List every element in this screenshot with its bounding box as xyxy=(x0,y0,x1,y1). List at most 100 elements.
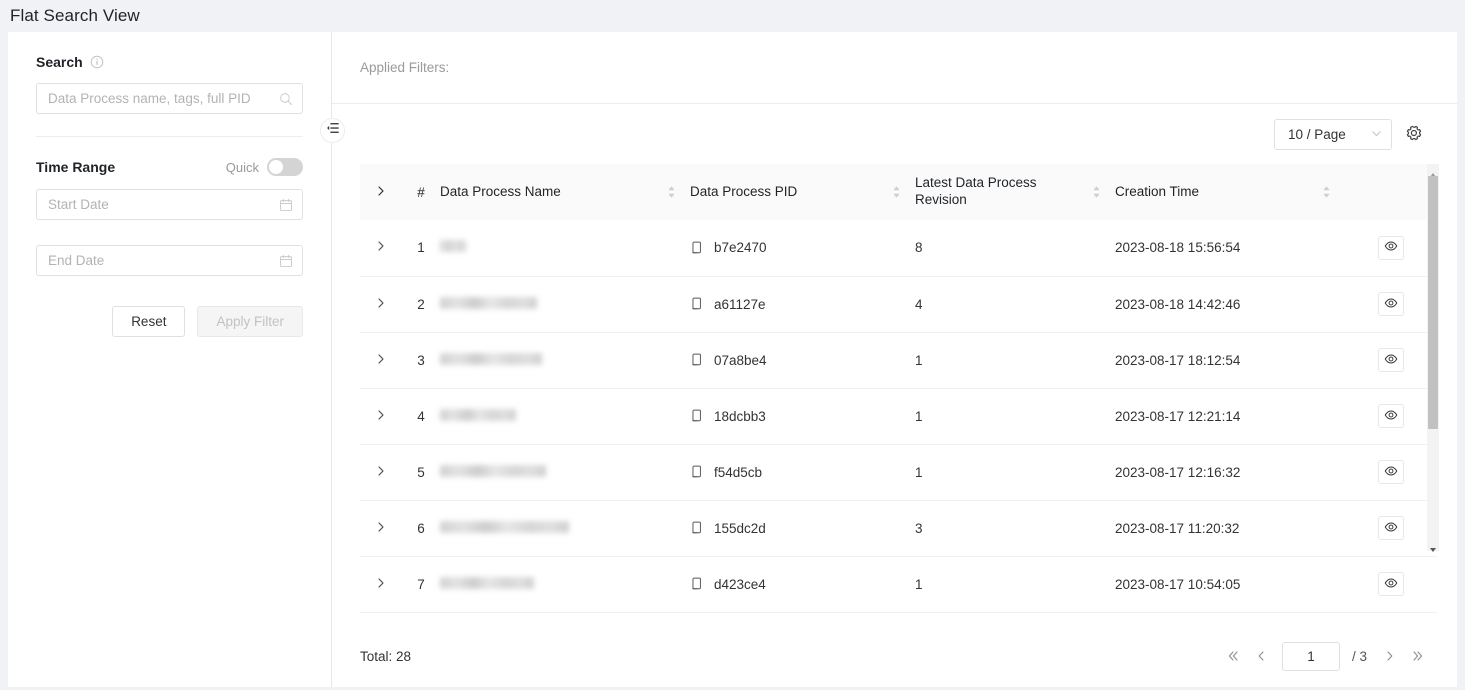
sort-updown-icon[interactable] xyxy=(667,184,676,200)
next-page-button[interactable] xyxy=(1379,644,1401,668)
copy-icon[interactable] xyxy=(690,521,703,535)
table-row[interactable]: 418dcbb312023-08-17 12:21:14 xyxy=(360,388,1437,444)
row-name xyxy=(440,556,690,612)
col-data-process-name[interactable]: Data Process Name xyxy=(440,164,690,220)
redacted-name xyxy=(440,353,542,365)
row-expand-cell[interactable] xyxy=(360,444,402,500)
row-name xyxy=(440,388,690,444)
row-pid: b7e2470 xyxy=(714,240,767,255)
end-date-field[interactable] xyxy=(36,245,303,276)
table-body: 1b7e247082023-08-18 15:56:542a61127e4202… xyxy=(360,220,1437,612)
col-latest-revision[interactable]: Latest Data Process Revision xyxy=(915,164,1115,220)
row-pid-cell: b7e2470 xyxy=(690,220,915,276)
filter-panel: Search xyxy=(8,32,332,687)
view-row-button[interactable] xyxy=(1378,292,1404,316)
row-expand-cell[interactable] xyxy=(360,500,402,556)
search-icon[interactable] xyxy=(279,92,293,106)
scroll-up-icon[interactable] xyxy=(1429,166,1437,174)
start-date-field[interactable] xyxy=(36,189,303,220)
table-footer: Total: 28 1 / 3 xyxy=(332,625,1457,687)
chevron-right-icon[interactable] xyxy=(375,465,387,477)
calendar-icon[interactable] xyxy=(279,254,293,268)
view-row-button[interactable] xyxy=(1378,516,1404,540)
copy-icon[interactable] xyxy=(690,465,703,479)
table-row[interactable]: 2a61127e42023-08-18 14:42:46 xyxy=(360,276,1437,332)
applied-filters-label: Applied Filters: xyxy=(360,60,449,75)
chevron-right-icon[interactable] xyxy=(375,297,387,309)
last-page-button[interactable] xyxy=(1407,644,1429,668)
eye-icon xyxy=(1384,520,1398,537)
table-row[interactable]: 307a8be412023-08-17 18:12:54 xyxy=(360,332,1437,388)
gear-icon[interactable] xyxy=(1404,124,1424,144)
table-row[interactable]: 7d423ce412023-08-17 10:54:05 xyxy=(360,556,1437,612)
view-row-button[interactable] xyxy=(1378,460,1404,484)
sort-updown-icon[interactable] xyxy=(1092,184,1101,200)
copy-icon[interactable] xyxy=(690,241,703,255)
row-creation-time: 2023-08-18 15:56:54 xyxy=(1115,220,1345,276)
table-row[interactable]: 6155dc2d32023-08-17 11:20:32 xyxy=(360,500,1437,556)
row-index: 5 xyxy=(402,444,440,500)
end-date-input[interactable] xyxy=(48,253,279,268)
chevron-right-icon[interactable] xyxy=(375,240,387,252)
col-label: Data Process Name xyxy=(440,184,561,201)
copy-icon[interactable] xyxy=(690,297,703,311)
chevron-right-icon[interactable] xyxy=(375,577,387,589)
row-expand-cell[interactable] xyxy=(360,276,402,332)
row-name xyxy=(440,220,690,276)
quick-toggle-group[interactable]: Quick xyxy=(226,158,303,176)
row-pid: 07a8be4 xyxy=(714,353,767,368)
table-vertical-scrollbar[interactable] xyxy=(1427,164,1439,551)
chevron-right-icon[interactable] xyxy=(375,521,387,533)
page-size-select[interactable]: 10 / Page xyxy=(1274,119,1392,150)
row-pid: d423ce4 xyxy=(714,577,766,592)
sort-updown-icon[interactable] xyxy=(1322,184,1331,200)
search-field[interactable] xyxy=(36,83,303,114)
table-row[interactable]: 5f54d5cb12023-08-17 12:16:32 xyxy=(360,444,1437,500)
menu-fold-icon xyxy=(326,121,340,140)
redacted-name xyxy=(440,297,537,309)
col-creation-time[interactable]: Creation Time xyxy=(1115,164,1345,220)
row-revision: 1 xyxy=(915,444,1115,500)
view-row-button[interactable] xyxy=(1378,236,1404,260)
copy-icon[interactable] xyxy=(690,353,703,367)
applied-filters-bar: Applied Filters: xyxy=(332,32,1457,104)
row-expand-cell[interactable] xyxy=(360,332,402,388)
row-expand-cell[interactable] xyxy=(360,220,402,276)
row-expand-cell[interactable] xyxy=(360,388,402,444)
scrollbar-thumb[interactable] xyxy=(1428,176,1438,429)
chevron-right-icon[interactable] xyxy=(375,353,387,365)
page-number-input[interactable]: 1 xyxy=(1282,642,1340,671)
row-name xyxy=(440,276,690,332)
row-revision: 1 xyxy=(915,556,1115,612)
chevron-right-icon[interactable] xyxy=(375,409,387,421)
copy-icon[interactable] xyxy=(690,577,703,591)
reset-button[interactable]: Reset xyxy=(112,306,185,337)
calendar-icon[interactable] xyxy=(279,198,293,212)
row-index: 2 xyxy=(402,276,440,332)
search-input[interactable] xyxy=(48,91,279,106)
sort-updown-icon[interactable] xyxy=(892,184,901,200)
apply-filter-button[interactable]: Apply Filter xyxy=(197,306,303,337)
chevron-right-icon[interactable] xyxy=(375,185,387,197)
scroll-down-icon[interactable] xyxy=(1429,541,1437,549)
data-table: # Data Process Name xyxy=(360,164,1437,613)
row-expand-cell[interactable] xyxy=(360,556,402,612)
info-circle-icon[interactable] xyxy=(90,55,104,69)
view-row-button[interactable] xyxy=(1378,348,1404,372)
table-row[interactable]: 1b7e247082023-08-18 15:56:54 xyxy=(360,220,1437,276)
row-pid: a61127e xyxy=(714,297,766,312)
col-label: Creation Time xyxy=(1115,184,1199,201)
page-size-value: 10 / Page xyxy=(1288,127,1346,142)
copy-icon[interactable] xyxy=(690,409,703,423)
row-pid: 18dcbb3 xyxy=(714,409,766,424)
view-row-button[interactable] xyxy=(1378,404,1404,428)
start-date-input[interactable] xyxy=(48,197,279,212)
first-page-button[interactable] xyxy=(1222,644,1244,668)
total-count: Total: 28 xyxy=(360,649,411,664)
panel-collapse-button[interactable] xyxy=(320,118,345,143)
view-row-button[interactable] xyxy=(1378,572,1404,596)
row-creation-time: 2023-08-17 18:12:54 xyxy=(1115,332,1345,388)
prev-page-button[interactable] xyxy=(1250,644,1272,668)
quick-toggle-switch[interactable] xyxy=(267,158,303,176)
col-data-process-pid[interactable]: Data Process PID xyxy=(690,164,915,220)
